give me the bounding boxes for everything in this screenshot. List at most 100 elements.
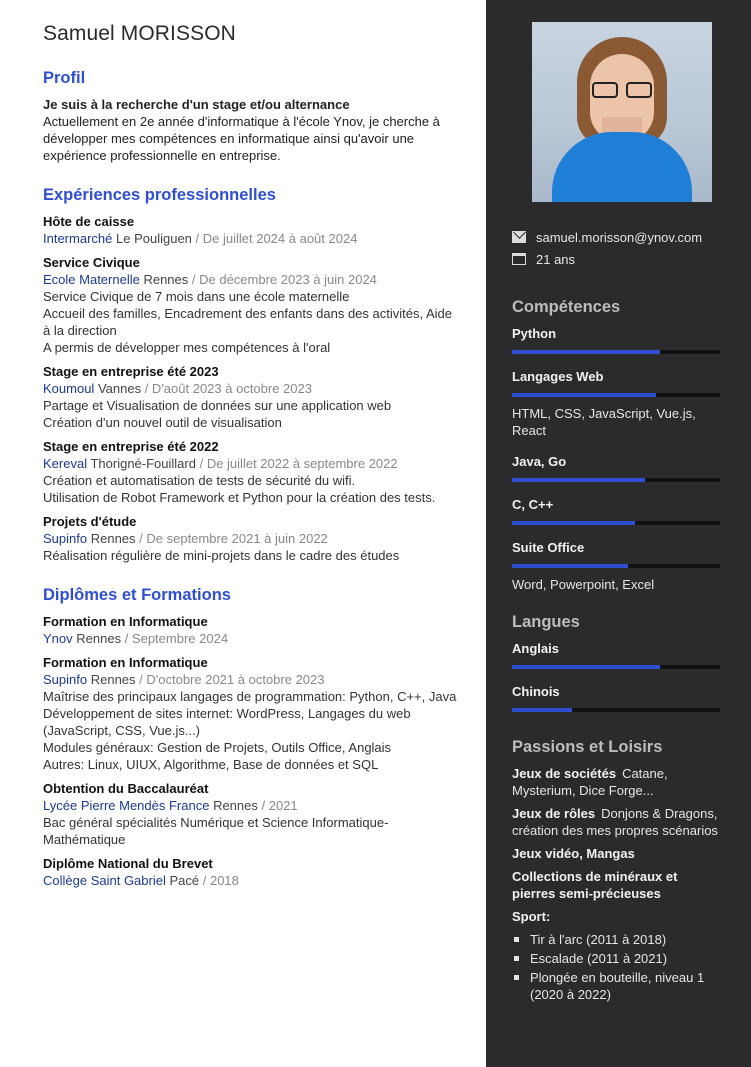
skill-level-fill	[512, 478, 646, 482]
page-title: Samuel MORISSON	[43, 22, 462, 46]
education-entry: Formation en Informatique Supinfo Rennes …	[43, 654, 462, 773]
skill-level-bar	[512, 478, 720, 482]
sport-item: Tir à l'arc (2011 à 2018)	[512, 931, 721, 948]
education-date: / 2018	[202, 873, 239, 888]
skills-heading: Compétences	[512, 298, 621, 316]
language-name: Chinois	[512, 684, 560, 699]
skills-list: Python Langages Web HTML, CSS, JavaScript,…	[512, 325, 721, 593]
education-description: Modules généraux: Gestion de Projets, Ou…	[43, 740, 392, 755]
skill-name: Java, Go	[512, 454, 567, 469]
experience-date: / De juillet 2022 à septembre 2022	[199, 456, 398, 471]
experience-description: Réalisation régulière de mini-projets da…	[43, 548, 400, 563]
skill-level-fill	[512, 564, 629, 568]
language-level-bar	[512, 708, 720, 712]
hobby-label: Collections de minéraux et pierres semi-…	[512, 869, 678, 901]
experience-meta: Koumoul Vannes / D'août 2023 à octobre 2…	[43, 380, 462, 397]
experience-description: Accueil des familles, Encadrement des en…	[43, 306, 452, 338]
experience-location: Vannes	[97, 381, 142, 396]
hobby-label: Jeux de sociétés	[512, 766, 617, 781]
skill-level-fill	[512, 393, 656, 397]
education-meta: Collège Saint Gabriel Pacé / 2018	[43, 872, 462, 889]
language-level-fill	[512, 665, 660, 669]
experience-role: Stage en entreprise été 2023	[43, 364, 219, 379]
languages-heading: Langues	[512, 613, 580, 631]
education-entry: Formation en Informatique Ynov Rennes / S…	[43, 613, 462, 647]
education-date: / Septembre 2024	[124, 631, 229, 646]
education-description: Maîtrise des principaux langages de prog…	[43, 689, 457, 704]
skill-level-bar	[512, 350, 720, 354]
experience-description: Partage et Visualisation de données sur …	[43, 398, 392, 413]
skill-item: Langages Web HTML, CSS, JavaScript, Vue.j…	[512, 368, 721, 439]
experience-list: Hôte de caisse Intermarché Le Pouliguen /…	[43, 213, 462, 564]
experience-description: A permis de développer mes compétences à…	[43, 340, 331, 355]
language-level-fill	[512, 708, 573, 712]
experience-entry: Hôte de caisse Intermarché Le Pouliguen /…	[43, 213, 462, 247]
age-value: 21 ans	[536, 251, 576, 267]
experience-role: Hôte de caisse	[43, 214, 135, 229]
experience-description: Service Civique de 7 mois dans une école…	[43, 289, 350, 304]
skill-item: Suite Office Word, Powerpoint, Excel	[512, 539, 721, 593]
education-meta: Lycée Pierre Mendès France Rennes / 2021	[43, 797, 462, 814]
profile-headline: Je suis à la recherche d'un stage et/ou …	[43, 97, 350, 112]
education-location: Rennes	[76, 631, 122, 646]
contact-block: samuel.morisson@ynov.com 21 ans	[512, 226, 721, 270]
hobby-item: Jeux de sociétés Catane, Mysterium, Dice …	[512, 765, 721, 799]
email-value: samuel.morisson@ynov.com	[536, 229, 703, 245]
skill-item: Java, Go	[512, 453, 721, 482]
main-column: Samuel MORISSON Profil Je suis à la rech…	[0, 0, 486, 1067]
hobby-item: Jeux de rôles Donjons & Dragons, création…	[512, 805, 721, 839]
education-heading: Diplômes et Formations	[43, 586, 231, 604]
experience-role: Service Civique	[43, 255, 140, 270]
education-date: / 2021	[261, 798, 298, 813]
education-degree: Diplôme National du Brevet	[43, 856, 213, 871]
experience-org: Kereval	[43, 456, 88, 471]
hobbies-list: Jeux de sociétés Catane, Mysterium, Dice …	[512, 765, 721, 902]
education-date: / D'octobre 2021 à octobre 2023	[139, 672, 325, 687]
sport-list: Tir à l'arc (2011 à 2018) Escalade (2011 …	[512, 931, 721, 1003]
skill-level-bar	[512, 564, 720, 568]
experience-entry: Stage en entreprise été 2022 Kereval Thor…	[43, 438, 462, 506]
education-description: Autres: Linux, UIUX, Algorithme, Base de…	[43, 757, 379, 772]
experience-org: Koumoul	[43, 381, 95, 396]
education-list: Formation en Informatique Ynov Rennes / S…	[43, 613, 462, 889]
experience-location: Le Pouliguen	[116, 231, 192, 246]
hobby-item: Collections de minéraux et pierres semi-…	[512, 868, 721, 902]
sport-item: Escalade (2011 à 2021)	[512, 950, 721, 967]
experience-date: / De septembre 2021 à juin 2022	[139, 531, 328, 546]
experience-date: / De juillet 2024 à août 2024	[195, 231, 358, 246]
skill-name: Langages Web	[512, 369, 604, 384]
experience-role: Stage en entreprise été 2022	[43, 439, 219, 454]
experience-role: Projets d'étude	[43, 514, 137, 529]
first-name: Samuel	[43, 22, 115, 45]
education-school: Collège Saint Gabriel	[43, 873, 166, 888]
experience-description: Création et automatisation de tests de s…	[43, 473, 356, 488]
experience-org: Ecole Maternelle	[43, 272, 140, 287]
skill-note: HTML, CSS, JavaScript, Vue.js, React	[512, 406, 696, 438]
education-description: Développement de sites internet: WordPre…	[43, 706, 411, 738]
education-meta: Ynov Rennes / Septembre 2024	[43, 630, 462, 647]
experience-location: Rennes	[90, 531, 136, 546]
education-description: Bac général spécialités Numérique et Sci…	[43, 815, 389, 847]
experience-meta: Intermarché Le Pouliguen / De juillet 20…	[43, 230, 462, 247]
skill-item: C, C++	[512, 496, 721, 525]
skill-name: Suite Office	[512, 540, 585, 555]
experience-description: Utilisation de Robot Framework et Python…	[43, 490, 436, 505]
languages-list: Anglais Chinois	[512, 640, 721, 712]
skill-name: C, C++	[512, 497, 554, 512]
sport-item: Plongée en bouteille, niveau 1 (2020 à 2…	[512, 969, 721, 1003]
experience-meta: Ecole Maternelle Rennes / De décembre 20…	[43, 271, 462, 288]
profile-heading: Profil	[43, 69, 86, 87]
skill-level-bar	[512, 393, 720, 397]
education-location: Rennes	[213, 798, 258, 813]
education-degree: Obtention du Baccalauréat	[43, 781, 209, 796]
experience-meta: Kereval Thorigné-Fouillard / De juillet …	[43, 455, 462, 472]
age-row: 21 ans	[512, 248, 721, 270]
hobby-label: Jeux vidéo, Mangas	[512, 846, 635, 861]
experience-org: Intermarché	[43, 231, 113, 246]
experience-location: Rennes	[143, 272, 189, 287]
education-degree: Formation en Informatique	[43, 655, 208, 670]
language-name: Anglais	[512, 641, 559, 656]
calendar-icon	[512, 253, 526, 265]
education-meta: Supinfo Rennes / D'octobre 2021 à octobr…	[43, 671, 462, 688]
skill-name: Python	[512, 326, 557, 341]
